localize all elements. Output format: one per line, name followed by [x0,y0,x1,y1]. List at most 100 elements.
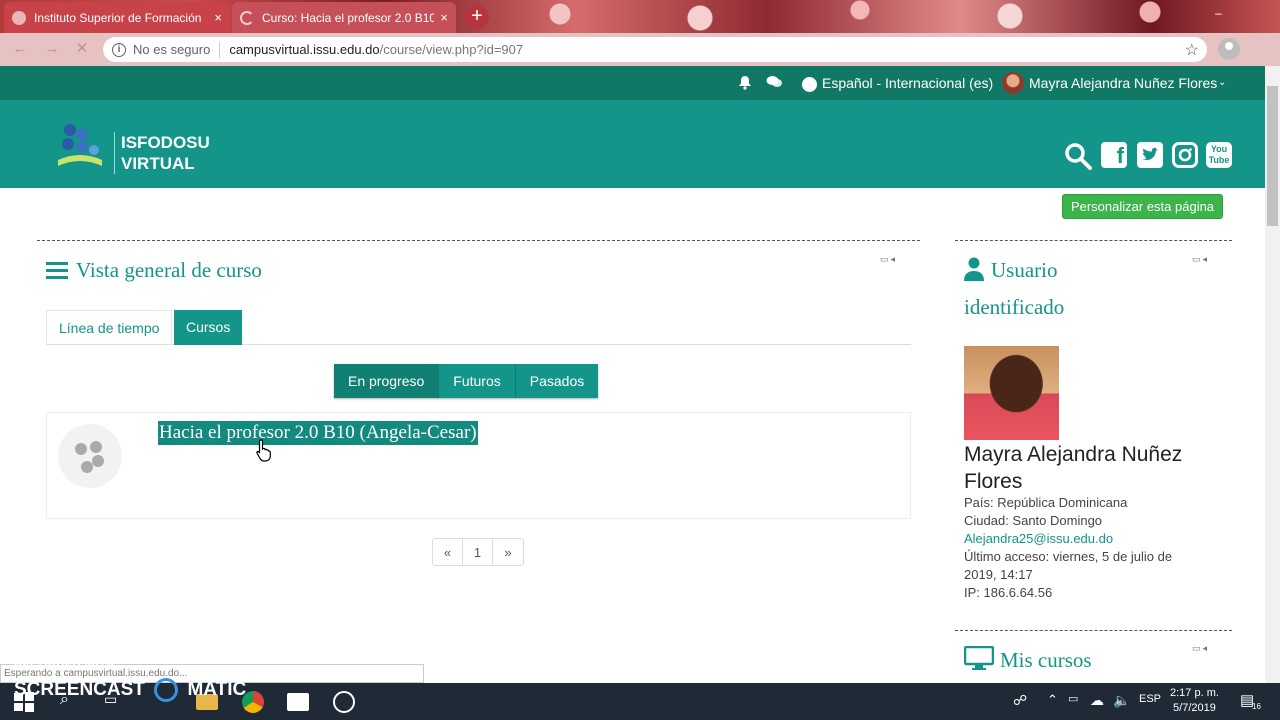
notification-bell-icon[interactable] [738,75,752,93]
user-avatar-small[interactable] [1002,72,1024,94]
tab-timeline[interactable]: Línea de tiempo [46,310,173,345]
profile-name-line2: Flores [964,470,1023,493]
url-path: /course/view.php?id=907 [379,42,524,57]
filter-past-button[interactable]: Pasados [515,364,599,398]
loading-spinner-icon [240,10,254,25]
minimize-icon[interactable]: – [1215,6,1222,20]
course-overview-block-divider [37,240,920,241]
search-icon[interactable] [1064,142,1092,170]
course-title-link[interactable]: Hacia el profesor 2.0 B10 (Angela-Cesar) [158,421,478,445]
course-card[interactable]: Hacia el profesor 2.0 B10 (Angela-Cesar) [46,412,911,519]
site-logo-text[interactable]: ISFODOSU VIRTUAL [114,132,210,174]
pager-prev[interactable]: « [433,539,463,565]
profile-last-access-1: Último acceso: viernes, 5 de julio de [964,549,1173,564]
profile-info: País: República Dominicana Ciudad: Santo… [964,494,1204,602]
info-icon[interactable]: i [112,42,126,57]
block-collapse-icon[interactable]: ▭◂ [1192,254,1209,265]
tab-close-icon[interactable]: × [440,10,448,25]
tab-close-icon[interactable]: × [214,10,222,25]
profile-email-link[interactable]: Alejandra25@issu.edu.do [964,530,1204,548]
back-icon[interactable]: ← [12,41,28,57]
globe-icon [802,77,817,92]
taskbar-clock[interactable]: 2:17 p. m. 5/7/2019 [1170,686,1219,716]
volume-icon[interactable]: 🔈 [1113,692,1130,709]
browser-tab-strip: Instituto Superior de Formación × Curso:… [0,0,1280,33]
course-overview-title: Vista general de curso [76,258,262,282]
user-icon [964,257,984,281]
user-block-divider [955,240,1232,241]
watermark-main: SCREENCAST MATIC [14,678,246,702]
hamburger-icon [46,262,68,280]
address-bar[interactable]: i No es seguro campusvirtual.issu.edu.do… [103,37,1207,62]
user-block-title-line2: identificado [964,295,1065,319]
monitor-icon [964,646,994,670]
filter-in-progress-button[interactable]: En progreso [334,364,440,398]
profile-ip: IP: 186.6.64.56 [964,585,1053,600]
profile-country: País: República Dominicana [964,495,1128,510]
browser-tab-course[interactable]: Curso: Hacia el profesor 2.0 B10 × [232,2,456,33]
chevron-down-icon[interactable]: ⌄ [1218,77,1226,88]
profile-last-access-2: 2019, 14:17 [964,567,1033,582]
facebook-icon[interactable]: f [1101,142,1127,168]
notification-count: 16 [1252,702,1261,711]
forward-icon[interactable]: → [44,41,60,57]
input-language[interactable]: ESP [1139,693,1161,705]
tray-chevron-icon[interactable]: ⌃ [1047,692,1058,708]
browser-tab-institute[interactable]: Instituto Superior de Formación × [4,2,230,33]
youtube-icon[interactable]: You Tube [1206,142,1232,168]
pager-page-1[interactable]: 1 [463,539,493,565]
user-block-title-line1: Usuario [991,258,1058,282]
twitter-icon[interactable] [1137,142,1163,168]
user-menu-name[interactable]: Mayra Alejandra Nuñez Flores [1029,75,1217,91]
profile-city: Ciudad: Santo Domingo [964,513,1103,528]
reload-icon[interactable]: ✕ [74,41,90,57]
clock-time: 2:17 p. m. [1170,687,1219,699]
site-topbar: Español - Internacional (es) Mayra Aleja… [0,66,1265,100]
omnibox-separator [219,41,221,58]
hand-cursor-icon [255,438,275,468]
watermark-brand: SCREENCAST [14,679,145,701]
my-courses-title: Mis cursos [1000,648,1092,672]
course-placeholder-icon [58,424,122,488]
site-favicon-icon [12,10,26,25]
scroll-thumb[interactable] [1267,86,1278,226]
customize-page-button[interactable]: Personalizar esta página [1062,194,1223,219]
instagram-icon[interactable] [1172,142,1198,168]
messages-icon[interactable] [766,75,783,92]
isfodosu-logo-icon[interactable] [56,120,104,170]
onedrive-icon[interactable]: ☁ [1090,692,1104,709]
tab-title: Curso: Hacia el profesor 2.0 B10 [262,10,435,25]
screencast-app-icon[interactable] [333,691,355,713]
filter-future-button[interactable]: Futuros [439,364,516,398]
course-filter-group: En progreso Futuros Pasados [334,364,599,398]
clock-date: 5/7/2019 [1173,702,1216,714]
pen-icon[interactable]: ☍ [1013,692,1027,709]
security-label: No es seguro [133,42,211,57]
new-tab-button[interactable]: + [465,5,489,29]
block-collapse-icon[interactable]: ▭◂ [1192,643,1209,654]
language-selector[interactable]: Español - Internacional (es) [822,75,993,91]
course-overview-tabs: Línea de tiempo Cursos [46,310,911,345]
screencast-watermark: RECORDED WITH SCREENCAST MATIC [14,660,246,702]
page-scrollbar[interactable] [1265,66,1280,683]
site-header: ISFODOSU VIRTUAL f You Tube [0,100,1265,188]
tab-title: Instituto Superior de Formación [34,10,202,25]
user-profile-photo[interactable] [964,346,1059,440]
block-collapse-icon[interactable]: ▭◂ [880,254,897,265]
watermark-top: RECORDED WITH [14,660,115,672]
watermark-suffix: MATIC [187,679,247,701]
logo-line2: VIRTUAL [121,154,195,173]
screencast-logo-icon [154,678,179,702]
my-courses-block-divider [955,630,1232,631]
bookmark-star-icon[interactable]: ☆ [1185,40,1199,60]
pager-next[interactable]: » [493,539,523,565]
profile-name-line1: Mayra Alejandra Nuñez [964,443,1183,466]
network-icon[interactable]: ▭ [1068,692,1078,705]
tab-courses[interactable]: Cursos [174,310,243,345]
logo-line1: ISFODOSU [121,133,210,152]
pagination: « 1 » [432,538,524,566]
profile-name: Mayra Alejandra Nuñez Flores [964,441,1182,495]
url-host: campusvirtual.issu.edu.do [229,42,380,57]
store-icon[interactable] [287,693,309,711]
browser-profile-icon[interactable] [1218,38,1240,60]
